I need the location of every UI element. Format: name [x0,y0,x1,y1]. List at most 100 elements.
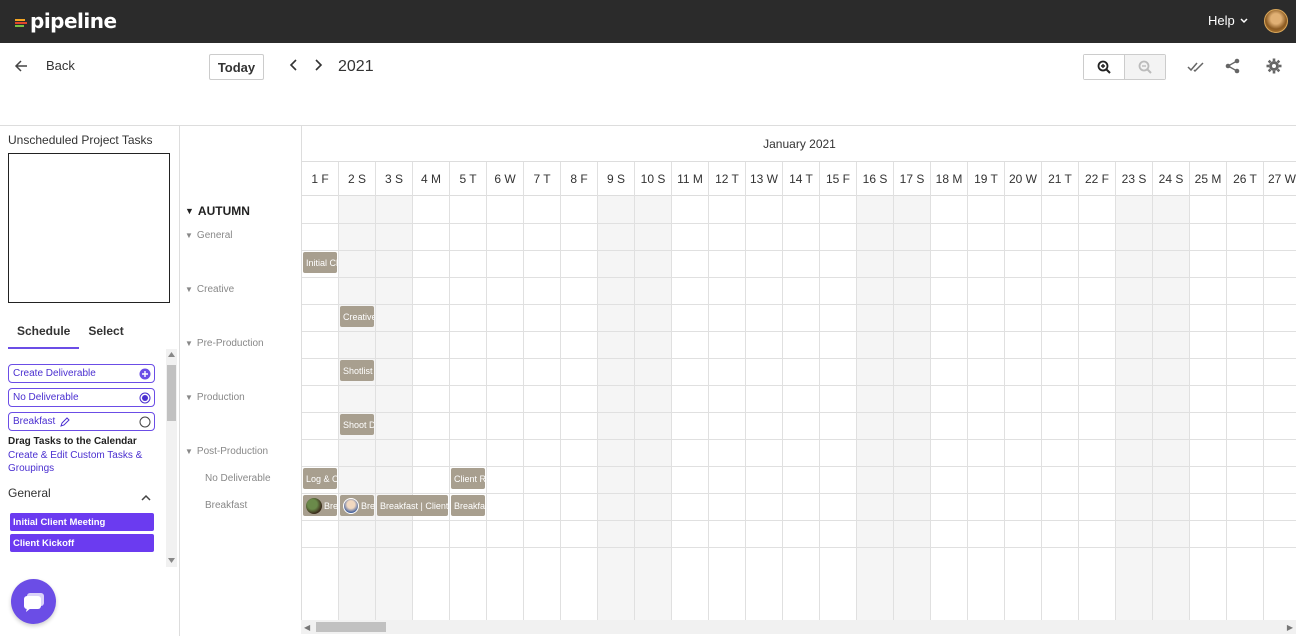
day-header: 6 W [487,162,523,196]
user-avatar[interactable] [1264,9,1288,33]
day-column[interactable]: 11 M [672,162,709,620]
day-column[interactable]: 13 W [746,162,783,620]
today-button[interactable]: Today [209,54,264,80]
day-column[interactable]: 10 S [635,162,672,620]
tree-phase-pre-production[interactable]: ▼ Pre-Production [185,338,264,349]
panel-scrollbar[interactable] [166,349,177,567]
row-divider [302,331,1296,332]
radio-selected-icon [139,392,151,404]
day-column[interactable]: 26 T [1227,162,1264,620]
day-column[interactable]: 27 W [1264,162,1296,620]
day-column[interactable]: 25 M [1190,162,1227,620]
day-column[interactable]: 19 T [968,162,1005,620]
event-shoot-day[interactable]: Shoot Day [340,414,374,435]
row-divider [302,493,1296,494]
day-header: 15 F [820,162,856,196]
day-column[interactable]: 1 F [302,162,339,620]
event-breakfast-2[interactable]: Breakfast [340,495,374,516]
unscheduled-tasks-dropzone[interactable] [8,153,170,303]
chat-support-button[interactable] [11,579,56,624]
day-column[interactable]: 5 T [450,162,487,620]
row-divider [302,304,1296,305]
day-column[interactable]: 4 M [413,162,450,620]
help-menu[interactable]: Help [1208,13,1248,28]
day-column[interactable]: 2 S [339,162,376,620]
day-column[interactable]: 7 T [524,162,561,620]
event-creative-brief[interactable]: Creative Brief [340,306,374,327]
tree-deliverable-no-deliverable[interactable]: No Deliverable [205,473,271,484]
day-column[interactable]: 3 S [376,162,413,620]
day-header: 17 S [894,162,930,196]
back-button[interactable]: Back [14,58,75,73]
mark-complete-button[interactable] [1187,60,1205,78]
task-client-kickoff[interactable]: Client Kickoff [10,534,154,552]
breakfast-deliverable-option[interactable]: Breakfast [8,412,155,431]
row-divider [302,358,1296,359]
phase-label: Pre-Production [196,338,264,349]
gear-icon [1266,58,1282,74]
day-column[interactable]: 9 S [598,162,635,620]
prev-period-button[interactable] [289,58,299,77]
tree-phase-post-production[interactable]: ▼ Post-Production [185,446,268,457]
event-breakfast-1[interactable]: Breakfast [303,495,337,516]
day-column[interactable]: 21 T [1042,162,1079,620]
tree-phase-production[interactable]: ▼ Production [185,392,245,403]
event-breakfast-3[interactable]: Breakfast [451,495,485,516]
radio-empty-icon [139,416,151,428]
tree-phase-general[interactable]: ▼ General [185,230,233,241]
calendar-horizontal-scrollbar[interactable]: ◀ ▶ [301,620,1296,634]
zoom-in-icon [1097,60,1111,74]
breakfast-label: Breakfast [13,416,56,427]
create-edit-tasks-link[interactable]: Create & Edit Custom Tasks & Groupings [8,449,148,475]
pipeline-logo[interactable]: pipeline [15,9,117,33]
chevron-up-icon [141,494,151,501]
event-label: Breakfast [361,500,374,511]
day-column[interactable]: 18 M [931,162,968,620]
day-column[interactable]: 16 S [857,162,894,620]
settings-button[interactable] [1266,58,1282,79]
share-button[interactable] [1225,58,1240,79]
day-header: 1 F [302,162,338,196]
day-column[interactable]: 22 F [1079,162,1116,620]
day-column[interactable]: 6 W [487,162,524,620]
row-divider [302,277,1296,278]
caret-down-icon: ▼ [185,285,193,294]
event-initial-client-meeting[interactable]: Initial Client Meeting [303,252,337,273]
day-header: 8 F [561,162,597,196]
day-header: 9 S [598,162,634,196]
day-column[interactable]: 17 S [894,162,931,620]
day-header: 25 M [1190,162,1226,196]
day-column[interactable]: 24 S [1153,162,1190,620]
tab-select[interactable]: Select [79,318,132,349]
event-shotlist[interactable]: Shotlist [340,360,374,381]
day-column[interactable]: 20 W [1005,162,1042,620]
tree-phase-creative[interactable]: ▼ Creative [185,284,234,295]
scrollbar-thumb[interactable] [316,622,386,632]
month-label: January 2021 [302,126,1296,162]
scrollbar-thumb[interactable] [167,365,176,421]
pencil-icon[interactable] [60,416,70,427]
day-header: 4 M [413,162,449,196]
create-deliverable-button[interactable]: Create Deliverable [8,364,155,383]
zoom-in-button[interactable] [1084,55,1125,79]
event-client-review[interactable]: Client Review [451,468,485,489]
caret-down-icon: ▼ [185,339,193,348]
tree-deliverable-breakfast[interactable]: Breakfast [205,500,247,511]
day-column[interactable]: 14 T [783,162,820,620]
day-column[interactable]: 15 F [820,162,857,620]
day-column[interactable]: 8 F [561,162,598,620]
day-header: 3 S [376,162,412,196]
no-deliverable-option[interactable]: No Deliverable [8,388,155,407]
tree-project-autumn[interactable]: ▼ AUTUMN [185,204,250,218]
event-log-organize[interactable]: Log & Organize [303,468,337,489]
tab-schedule[interactable]: Schedule [8,318,80,349]
day-column[interactable]: 12 T [709,162,746,620]
day-column[interactable]: 23 S [1116,162,1153,620]
event-breakfast-client[interactable]: Breakfast | Client [377,495,448,516]
caret-down-icon: ▼ [185,206,194,216]
day-header: 16 S [857,162,893,196]
zoom-out-button[interactable] [1124,55,1165,79]
task-initial-client-meeting[interactable]: Initial Client Meeting [10,513,154,531]
collapse-group-button[interactable] [141,488,151,506]
next-period-button[interactable] [313,58,323,77]
